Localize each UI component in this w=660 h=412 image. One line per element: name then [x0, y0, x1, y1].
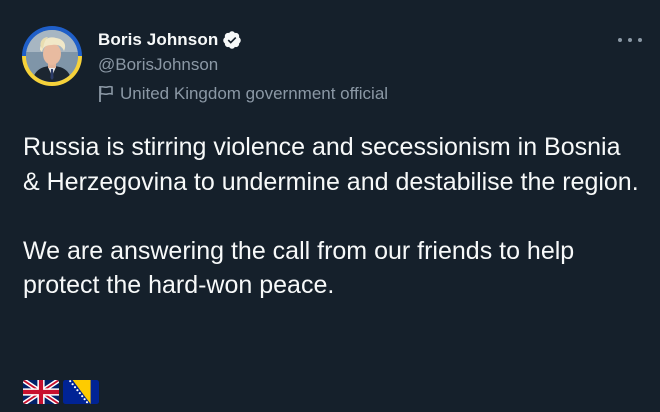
tweet-paragraph-1: Russia is stirring violence and secessio…	[23, 133, 639, 196]
display-name[interactable]: Boris Johnson	[98, 30, 218, 50]
bosnia-herzegovina-flag-icon	[63, 379, 99, 405]
tweet-card[interactable]: Boris Johnson @BorisJohnson United Kingd…	[0, 0, 660, 412]
verified-badge-icon	[222, 30, 242, 50]
avatar-image	[26, 30, 78, 82]
avatar[interactable]	[22, 26, 82, 86]
flag-icon	[98, 85, 114, 103]
affiliation-label: United Kingdom government official	[98, 84, 388, 104]
affiliation-text: United Kingdom government official	[120, 84, 389, 103]
more-horizontal-icon	[618, 38, 622, 42]
emoji-row	[23, 379, 99, 405]
name-row: Boris Johnson	[98, 29, 242, 51]
tweet-text: Russia is stirring violence and secessio…	[23, 130, 643, 303]
more-options-button[interactable]	[618, 30, 642, 50]
uk-flag-icon	[23, 379, 59, 405]
tweet-paragraph-2: We are answering the call from our frien…	[23, 236, 582, 300]
user-handle[interactable]: @BorisJohnson	[98, 55, 218, 75]
